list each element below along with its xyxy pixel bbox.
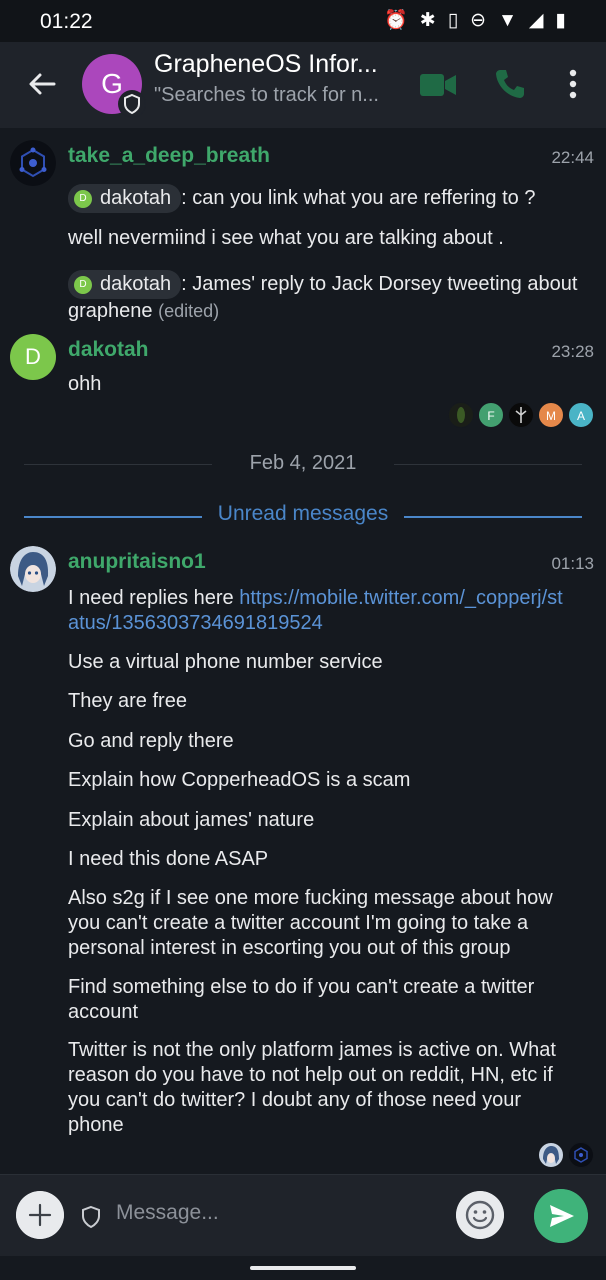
message-body[interactable]: Use a virtual phone number service [68,650,588,675]
message-group: anupritaisno1 01:13 I need replies here … [0,546,606,1174]
more-options-icon[interactable] [560,64,586,104]
read-receipt-avatar [508,402,534,428]
sender-name[interactable]: take_a_deep_breath [68,144,270,168]
message-text: well nevermiind i see what you are talki… [68,227,504,249]
user-avatar[interactable]: D [10,334,56,380]
status-bar: 01:22 ⏰ ✱ ▯ ⊖ ▼ ◢ ▮ [0,0,606,42]
message-body[interactable]: ohh [68,372,588,397]
message-time: 23:28 [551,342,594,361]
message-body[interactable]: well nevermiind i see what you are talki… [68,226,588,251]
unread-label: Unread messages [217,502,389,525]
signal-icon: ◢ [528,10,544,31]
sender-name[interactable]: dakotah [68,338,149,362]
message-body[interactable]: Explain about james' nature [68,808,588,833]
alarm-icon: ⏰ [384,10,408,31]
message-composer [0,1174,606,1256]
voice-call-icon[interactable] [492,66,528,102]
message-text: Go and reply there [68,730,234,752]
back-arrow-icon[interactable] [22,64,62,104]
mention-name: dakotah [100,273,172,295]
message-text: Twitter is not the only platform james i… [68,1039,556,1136]
message-text: Explain how CopperheadOS is a scam [68,769,411,791]
message-body[interactable]: Find something else to do if you can't c… [68,975,573,1025]
message-text: Explain about james' nature [68,809,315,831]
read-receipt-avatar [538,1142,564,1168]
read-receipt-avatar [448,402,474,428]
user-avatar[interactable] [10,546,56,592]
shield-icon [118,90,146,118]
message-body[interactable]: I need this done ASAP [68,847,588,872]
unread-separator: Unread messages [24,496,582,536]
mention-avatar: D [74,189,92,208]
video-call-icon[interactable] [418,68,458,102]
room-topic[interactable]: "Searches to track for n... [154,84,379,107]
add-attachment-button[interactable] [16,1191,64,1239]
message-body[interactable]: Twitter is not the only platform james i… [68,1038,573,1138]
message-body[interactable]: I need replies here https://mobile.twitt… [68,586,573,636]
partial-message: · · · · · · · [68,128,140,137]
message-text: Find something else to do if you can't c… [68,976,535,1023]
mention-pill[interactable]: Ddakotah [68,270,182,299]
message-group: take_a_deep_breath 22:44 Ddakotah: can y… [0,140,606,330]
read-receipt-avatar [568,1142,594,1168]
mention-name: dakotah [100,187,172,209]
message-body[interactable]: Go and reply there [68,729,588,754]
gesture-handle[interactable] [250,1266,356,1270]
emoji-button[interactable] [456,1191,504,1239]
status-icons: ⏰ ✱ ▯ ⊖ ▼ ◢ ▮ [384,9,566,33]
message-input[interactable] [116,1201,436,1225]
edited-label[interactable]: (edited) [158,301,219,321]
message-body[interactable]: Also s2g if I see one more fucking messa… [68,886,573,961]
read-receipt-avatar: F [478,402,504,428]
read-receipts[interactable]: F M A [444,402,594,428]
date-separator: Feb 4, 2021 [24,444,582,484]
mention-avatar: D [74,275,92,294]
message-text: I need this done ASAP [68,848,269,870]
message-text: ohh [68,373,102,395]
message-body[interactable]: Ddakotah: James' reply to Jack Dorsey tw… [68,270,588,324]
mention-pill[interactable]: Ddakotah [68,184,182,213]
message-timeline[interactable]: · · · · · · · take_a_deep_breath 22:44 D… [0,128,606,1174]
message-time: 01:13 [551,554,594,573]
room-title[interactable]: GrapheneOS Infor... [154,50,378,79]
message-time: 22:44 [551,148,594,167]
read-receipts[interactable] [534,1142,594,1168]
read-receipt-avatar: A [568,402,594,428]
send-button[interactable] [534,1189,588,1243]
message-text: They are free [68,690,187,712]
room-header: G GrapheneOS Infor... "Searches to track… [0,42,606,128]
message-body[interactable]: Explain how CopperheadOS is a scam [68,768,588,793]
message-body[interactable]: Ddakotah: can you link what you are reff… [68,184,588,213]
date-label: Feb 4, 2021 [249,452,357,474]
message-text: Use a virtual phone number service [68,651,383,673]
message-group: D dakotah 23:28 ohh F M A [0,334,606,428]
message-body[interactable]: They are free [68,689,588,714]
message-text: I need replies here [68,587,240,609]
bluetooth-icon: ✱ [419,10,436,31]
sender-name[interactable]: anupritaisno1 [68,550,206,574]
wifi-icon: ▼ [498,10,517,31]
read-receipt-avatar: M [538,402,564,428]
dnd-icon: ⊖ [470,10,487,31]
status-time: 01:22 [40,10,93,33]
vibrate-icon: ▯ [447,10,459,31]
navigation-bar [0,1256,606,1280]
encryption-shield-icon[interactable] [80,1205,102,1229]
battery-icon: ▮ [555,10,566,31]
user-avatar[interactable] [10,140,56,186]
message-text: Also s2g if I see one more fucking messa… [68,887,553,959]
message-text: : can you link what you are reffering to… [181,186,536,209]
